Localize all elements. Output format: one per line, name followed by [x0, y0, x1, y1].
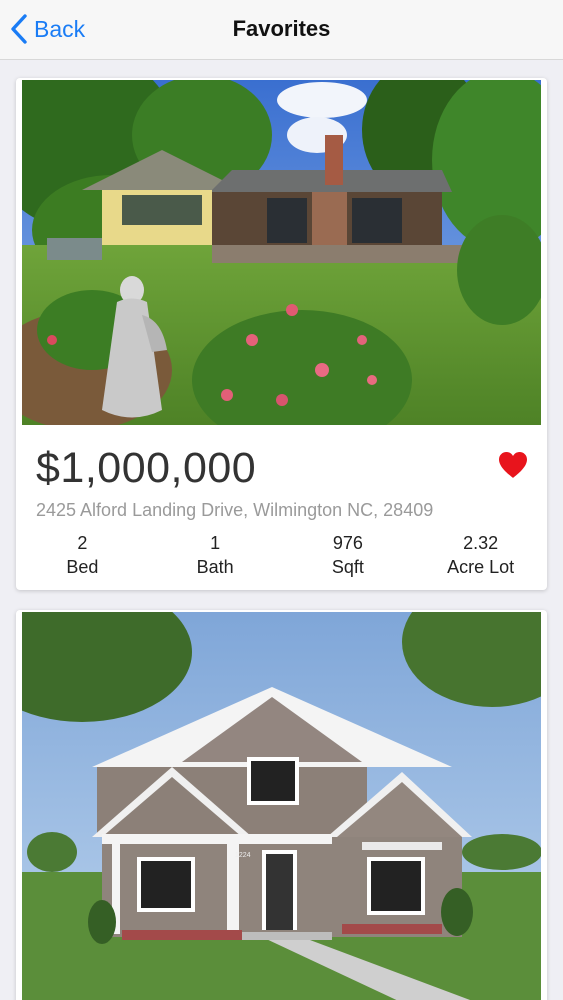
favorites-list[interactable]: $1,000,000 2425 Alford Landing Drive, Wi…	[0, 60, 563, 1000]
stat-sqft: 976 Sqft	[282, 531, 415, 579]
stat-value: 976	[332, 533, 363, 553]
listing-price: $1,000,000	[36, 444, 257, 492]
stat-bath: 1 Bath	[149, 531, 282, 579]
listing-stats: 2 Bed 1 Bath 976 Sqft 2.32 Acre Lot	[16, 531, 547, 579]
ranch-house-photo	[22, 80, 541, 425]
house-number-text: 1224	[235, 852, 251, 859]
heart-filled-icon	[499, 452, 527, 478]
stat-value: 2	[77, 533, 88, 553]
listing-address: 2425 Alford Landing Drive, Wilmington NC…	[36, 500, 434, 520]
listing-photo[interactable]	[22, 80, 541, 425]
stat-value: 2.32	[463, 533, 499, 553]
listing-card[interactable]: 1224	[16, 610, 547, 1000]
favorite-button[interactable]	[497, 450, 529, 480]
listing-photo[interactable]: 1224	[22, 612, 541, 1000]
listing-card[interactable]: $1,000,000 2425 Alford Landing Drive, Wi…	[16, 78, 547, 590]
stat-label: Sqft	[331, 557, 364, 577]
stat-acre-lot: 2.32 Acre Lot	[414, 531, 547, 579]
stat-bed: 2 Bed	[16, 531, 149, 579]
stat-label: Bed	[66, 557, 99, 577]
stat-value: 1	[210, 533, 221, 553]
page-title: Favorites	[232, 16, 331, 41]
stat-label: Bath	[196, 557, 234, 577]
stat-label: Acre Lot	[447, 557, 515, 577]
craftsman-house-photo: 1224	[22, 612, 541, 1000]
navigation-bar: Back Favorites	[0, 0, 563, 60]
